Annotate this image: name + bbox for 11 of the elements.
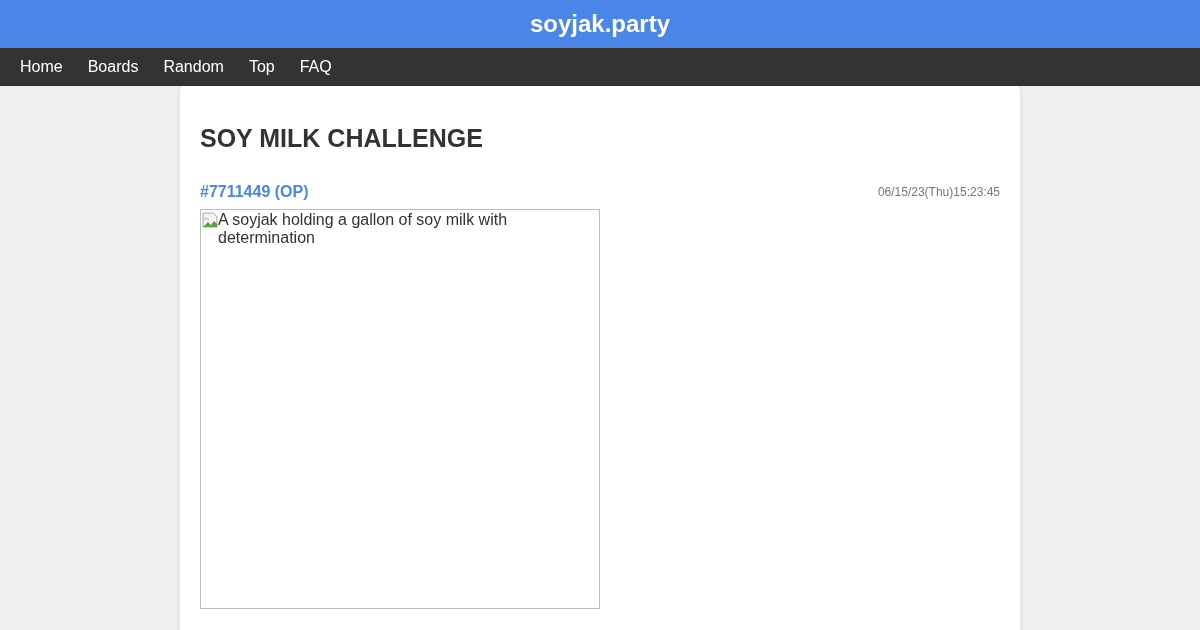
post-number-link[interactable]: #7711449 (OP)	[200, 183, 309, 201]
image-alt-text: A soyjak holding a gallon of soy milk with determination	[218, 211, 509, 247]
thread-title: SOY MILK CHALLENGE	[200, 124, 484, 153]
post-date: 06/15/23(Thu)15:23:45	[877, 185, 1000, 199]
nav-link[interactable]: Top	[248, 58, 275, 76]
nav-link[interactable]: Random	[163, 58, 224, 76]
nav-link[interactable]: Boards	[87, 58, 139, 76]
broken-image-icon	[202, 212, 218, 228]
site-title: soyjak.party	[529, 10, 671, 38]
nav-link[interactable]: Home	[20, 58, 63, 76]
nav-link[interactable]: FAQ	[299, 58, 332, 76]
